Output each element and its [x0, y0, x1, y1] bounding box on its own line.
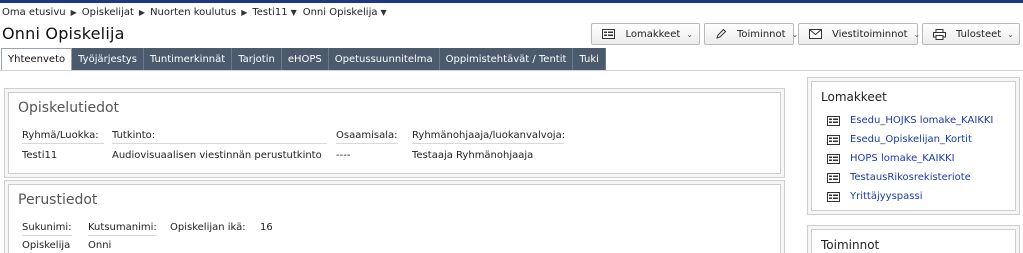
tab-support[interactable]: Tuki [573, 48, 606, 70]
tab-assignments-exams[interactable]: Oppimistehtävät / Tentit [439, 48, 574, 70]
form-icon [827, 191, 840, 202]
action-toolbar: Lomakkeet ⌄ Toiminnot ⌄ Viestitoiminnot … [591, 23, 1020, 45]
form-link-label: HOPS lomake_KAIKKI [850, 153, 955, 164]
surname-header: Sukunimi: [22, 222, 72, 236]
tab-ehops[interactable]: eHOPS [281, 48, 329, 70]
nickname-value: Onni [88, 240, 112, 251]
nickname-header: Kutsumanimi: [88, 222, 157, 236]
actions-button-label: Toiminnot [737, 28, 786, 40]
actions-panel: Toiminnot [807, 225, 1020, 253]
form-icon [602, 28, 616, 40]
form-icon [827, 153, 840, 164]
study-info-card: Opiskelutiedot Ryhmä/Luokka: Tutkinto: O… [4, 88, 785, 178]
printouts-button[interactable]: Tulosteet ⌄ [922, 23, 1020, 45]
form-icon [827, 134, 840, 145]
age-label: Opiskelijan ikä: [170, 222, 246, 233]
breadcrumb-students[interactable]: Opiskelijat [82, 7, 134, 18]
competence-area-header: Osaamisala: [336, 130, 398, 144]
chevron-down-icon[interactable]: ▼ [291, 8, 297, 17]
surname-value: Opiskelija [22, 240, 71, 251]
group-supervisor-header: Ryhmänohjaaja/luokanvalvoja: [412, 130, 565, 144]
group-class-value: Testi11 [22, 150, 58, 161]
form-link-label: TestausRikosrekisteriote [850, 172, 971, 183]
tab-curriculum[interactable]: Opetussuunnitelma [328, 48, 440, 70]
tab-bar: Yhteenveto Työjärjestys Tuntimerkinnät T… [1, 48, 606, 70]
tab-course-tray[interactable]: Tarjotin [232, 48, 282, 70]
tab-underline [0, 70, 1023, 71]
degree-header: Tutkinto: [112, 130, 327, 144]
form-icon [827, 172, 840, 183]
envelope-icon [809, 28, 822, 40]
messaging-button[interactable]: Viestitoiminnot ⌄ [798, 23, 921, 45]
competence-area-value: ---- [336, 150, 351, 161]
pencil-icon [715, 28, 727, 40]
group-supervisor-value: Testaaja Ryhmänohjaaja [412, 150, 534, 161]
form-link-criminal-record[interactable]: TestausRikosrekisteriote [827, 172, 971, 183]
breadcrumb-student[interactable]: Onni Opiskelija [303, 7, 378, 18]
form-icon [827, 115, 840, 126]
page-title: Onni Opiskelija [2, 24, 125, 43]
breadcrumb-separator-icon: ▶ [241, 7, 248, 17]
forms-panel: Lomakkeet Esedu_HOJKS lomake_KAIKKI Esed… [807, 77, 1020, 215]
breadcrumb-separator-icon: ▶ [70, 7, 77, 17]
tab-hour-entries[interactable]: Tuntimerkinnät [143, 48, 233, 70]
form-link-hops[interactable]: HOPS lomake_KAIKKI [827, 153, 955, 164]
chevron-down-icon: ⌄ [1007, 29, 1014, 39]
actions-button[interactable]: Toiminnot ⌄ [704, 23, 798, 45]
chevron-down-icon: ⌄ [913, 29, 921, 39]
form-link-hojks[interactable]: Esedu_HOJKS lomake_KAIKKI [827, 115, 993, 126]
breadcrumb-youth-education[interactable]: Nuorten koulutus [150, 7, 236, 18]
form-link-label: Yrittäjyyspassi [850, 191, 923, 202]
age-value: 16 [260, 222, 273, 233]
form-link-label: Esedu_Opiskelijan_Kortit [850, 134, 972, 145]
degree-value: Audiovisuaalisen viestinnän perustutkint… [112, 150, 322, 161]
forms-button[interactable]: Lomakkeet ⌄ [591, 23, 700, 45]
chevron-down-icon: ⌄ [686, 29, 693, 39]
group-class-header: Ryhmä/Luokka: [22, 130, 104, 144]
top-accent-line [0, 0, 1023, 3]
breadcrumb-home[interactable]: Oma etusivu [2, 7, 66, 18]
tab-summary[interactable]: Yhteenveto [1, 48, 73, 70]
basic-info-title: Perustiedot [18, 192, 98, 208]
forms-button-label: Lomakkeet [625, 28, 681, 40]
breadcrumb-separator-icon: ▶ [138, 7, 146, 17]
printer-icon [933, 28, 946, 40]
breadcrumb-group[interactable]: Testi11 [252, 7, 287, 18]
breadcrumb: Oma etusivu ▶ Opiskelijat ▶ Nuorten koul… [2, 5, 387, 19]
basic-info-card: Perustiedot Sukunimi: Kutsumanimi: Opisk… [4, 180, 785, 253]
form-link-label: Esedu_HOJKS lomake_KAIKKI [850, 115, 994, 126]
chevron-down-icon[interactable]: ▼ [380, 8, 386, 17]
form-link-student-cards[interactable]: Esedu_Opiskelijan_Kortit [827, 134, 972, 145]
actions-panel-title: Toiminnot [821, 238, 880, 252]
form-link-entrepreneurship-passport[interactable]: Yrittäjyyspassi [827, 191, 922, 202]
forms-panel-title: Lomakkeet [821, 90, 887, 104]
messaging-button-label: Viestitoiminnot [832, 28, 908, 40]
printouts-button-label: Tulosteet [956, 28, 1002, 40]
study-info-title: Opiskelutiedot [18, 100, 120, 116]
tab-timetable[interactable]: Työjärjestys [72, 48, 144, 70]
